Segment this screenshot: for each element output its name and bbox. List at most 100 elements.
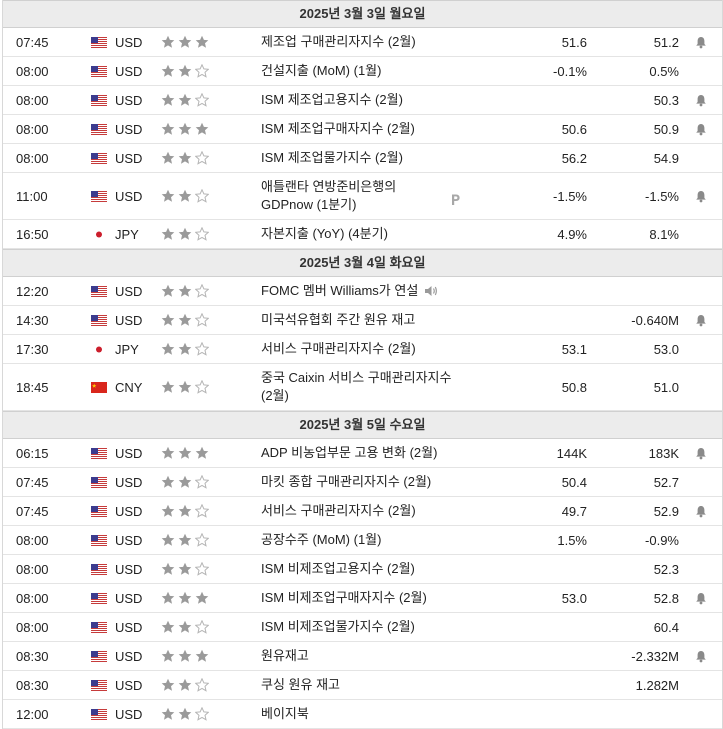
event-name-text[interactable]: ISM 비제조업물가지수 (2월) [261,618,415,636]
event-name[interactable]: ISM 제조업고용지수 (2월) [261,86,461,114]
event-time: 08:00 [16,92,49,108]
event-name-text[interactable]: 건설지출 (MoM) (1월) [261,62,381,80]
event-name[interactable]: 제조업 구매관리자지수 (2월) [261,28,461,56]
event-name[interactable]: 미국석유협회 주간 원유 재고 [261,306,461,334]
bell-icon[interactable] [693,28,709,56]
event-name[interactable]: 자본지출 (YoY) (4분기) [261,220,461,248]
event-name-text[interactable]: 원유재고 [261,647,309,665]
event-name[interactable]: FOMC 멤버 Williams가 연설 [261,277,461,305]
event-row[interactable]: 08:00 USD ISM 제조업고용지수 (2월) 50.3 [3,86,722,115]
event-name-text[interactable]: ISM 제조업구매자지수 (2월) [261,120,415,138]
previous-value [523,642,587,670]
event-name-text[interactable]: ISM 비제조업구매자지수 (2월) [261,589,427,607]
bell-icon[interactable] [693,439,709,467]
event-row[interactable]: 08:00 USD 공장수주 (MoM) (1월) 1.5% -0.9% [3,526,722,555]
event-name-text[interactable]: 베이지북 [261,705,309,723]
actual-value: 52.9 [653,503,679,519]
event-row[interactable]: 16:50 JPY 자본지출 (YoY) (4분기) 4.9% 8.1% [3,220,722,249]
event-row[interactable]: 07:45 USD 제조업 구매관리자지수 (2월) 51.6 51.2 [3,28,722,57]
event-row[interactable]: 08:00 USD ISM 비제조업고용지수 (2월) 52.3 [3,555,722,584]
actual-value: 52.3 [653,561,679,577]
event-name-text[interactable]: ISM 제조업고용지수 (2월) [261,91,403,109]
event-name-text[interactable]: 공장수주 (MoM) (1월) [261,531,381,549]
bell-icon[interactable] [693,642,709,670]
event-row[interactable]: 08:00 USD ISM 비제조업물가지수 (2월) 60.4 [3,613,722,642]
actual-value: 52.7 [653,474,679,490]
event-time: 07:45 [16,474,49,490]
event-row[interactable]: 11:00 USD 애틀랜타 연방준비은행의 GDPnow (1분기) -1.5% -1… [3,173,722,220]
event-row[interactable]: 08:30 USD 쿠싱 원유 재고 1.282M [3,671,722,700]
event-name-text[interactable]: 마킷 종합 구매관리자지수 (2월) [261,473,431,491]
event-name[interactable]: ISM 비제조업물가지수 (2월) [261,613,461,641]
importance-rating [161,86,221,114]
event-row[interactable]: 18:45 CNY 중국 Caixin 서비스 구매관리자지수 (2월) 50.8 51… [3,364,722,411]
event-name-text[interactable]: 애틀랜타 연방준비은행의 GDPnow (1분기) [261,178,444,214]
event-name[interactable]: 중국 Caixin 서비스 구매관리자지수 (2월) [261,364,461,410]
event-name[interactable]: 공장수주 (MoM) (1월) [261,526,461,554]
event-name[interactable]: ISM 비제조업구매자지수 (2월) [261,584,461,612]
bell-icon[interactable] [693,497,709,525]
event-name-text[interactable]: ADP 비농업부문 고용 변화 (2월) [261,444,437,462]
event-row[interactable]: 08:00 USD ISM 제조업구매자지수 (2월) 50.6 50.9 [3,115,722,144]
event-name[interactable]: 건설지출 (MoM) (1월) [261,57,461,85]
star-filled-icon [178,380,192,394]
event-row[interactable]: 07:45 USD 마킷 종합 구매관리자지수 (2월) 50.4 52.7 [3,468,722,497]
event-row[interactable]: 08:00 USD ISM 제조업물가지수 (2월) 56.2 54.9 [3,144,722,173]
event-name-text[interactable]: 서비스 구매관리자지수 (2월) [261,340,416,358]
actual-value: 183K [648,445,679,461]
event-name-text[interactable]: 제조업 구매관리자지수 (2월) [261,33,416,51]
us-flag-icon [91,613,109,641]
event-name-text[interactable]: 자본지출 (YoY) (4분기) [261,225,388,243]
event-name[interactable]: 애틀랜타 연방준비은행의 GDPnow (1분기) [261,173,461,219]
event-name-text[interactable]: ISM 비제조업고용지수 (2월) [261,560,415,578]
event-name[interactable]: 서비스 구매관리자지수 (2월) [261,497,461,525]
bell-icon[interactable] [693,115,709,143]
star-empty-icon [195,707,209,721]
event-name-text[interactable]: 서비스 구매관리자지수 (2월) [261,502,416,520]
event-row[interactable]: 14:30 USD 미국석유협회 주간 원유 재고 -0.640M [3,306,722,335]
event-name[interactable]: 쿠싱 원유 재고 [261,671,461,699]
event-name[interactable]: ISM 제조업구매자지수 (2월) [261,115,461,143]
currency-code: USD [115,445,143,461]
star-filled-icon [161,678,175,692]
event-row[interactable]: 07:45 USD 서비스 구매관리자지수 (2월) 49.7 52.9 [3,497,722,526]
star-empty-icon [195,189,209,203]
previous-value: 1.5% [557,532,587,548]
currency-code: USD [115,648,143,664]
event-name[interactable]: 마킷 종합 구매관리자지수 (2월) [261,468,461,496]
event-name[interactable]: 원유재고 [261,642,461,670]
star-filled-icon [178,620,192,634]
currency-code: USD [115,312,143,328]
us-flag-icon [91,173,109,219]
event-time: 08:00 [16,532,49,548]
star-filled-icon [161,342,175,356]
event-time: 06:15 [16,445,49,461]
event-name[interactable]: ISM 제조업물가지수 (2월) [261,144,461,172]
event-name-text[interactable]: FOMC 멤버 Williams가 연설 [261,282,418,300]
bell-icon[interactable] [693,86,709,114]
event-row[interactable]: 08:00 USD 건설지출 (MoM) (1월) -0.1% 0.5% [3,57,722,86]
bell-icon[interactable] [693,584,709,612]
star-filled-icon [161,93,175,107]
event-name-text[interactable]: ISM 제조업물가지수 (2월) [261,149,403,167]
event-name-text[interactable]: 중국 Caixin 서비스 구매관리자지수 (2월) [261,369,461,405]
importance-rating [161,613,221,641]
event-name[interactable]: 베이지북 [261,700,461,728]
bell-icon[interactable] [693,173,709,219]
event-row[interactable]: 17:30 JPY 서비스 구매관리자지수 (2월) 53.1 53.0 [3,335,722,364]
event-name-text[interactable]: 쿠싱 원유 재고 [261,676,340,694]
previous-value: 144K [556,445,587,461]
event-name[interactable]: ADP 비농업부문 고용 변화 (2월) [261,439,461,467]
event-row[interactable]: 08:00 USD ISM 비제조업구매자지수 (2월) 53.0 52.8 [3,584,722,613]
event-row[interactable]: 06:15 USD ADP 비농업부문 고용 변화 (2월) 144K 183K [3,439,722,468]
event-name[interactable]: ISM 비제조업고용지수 (2월) [261,555,461,583]
bell-icon[interactable] [693,306,709,334]
previous-value: 49.7 [561,503,587,519]
event-name[interactable]: 서비스 구매관리자지수 (2월) [261,335,461,363]
importance-rating [161,468,221,496]
event-name-text[interactable]: 미국석유협회 주간 원유 재고 [261,311,415,329]
event-row[interactable]: 08:30 USD 원유재고 -2.332M [3,642,722,671]
event-row[interactable]: 12:20 USD FOMC 멤버 Williams가 연설 [3,277,722,306]
star-filled-icon [178,227,192,241]
us-flag-icon [91,277,109,305]
